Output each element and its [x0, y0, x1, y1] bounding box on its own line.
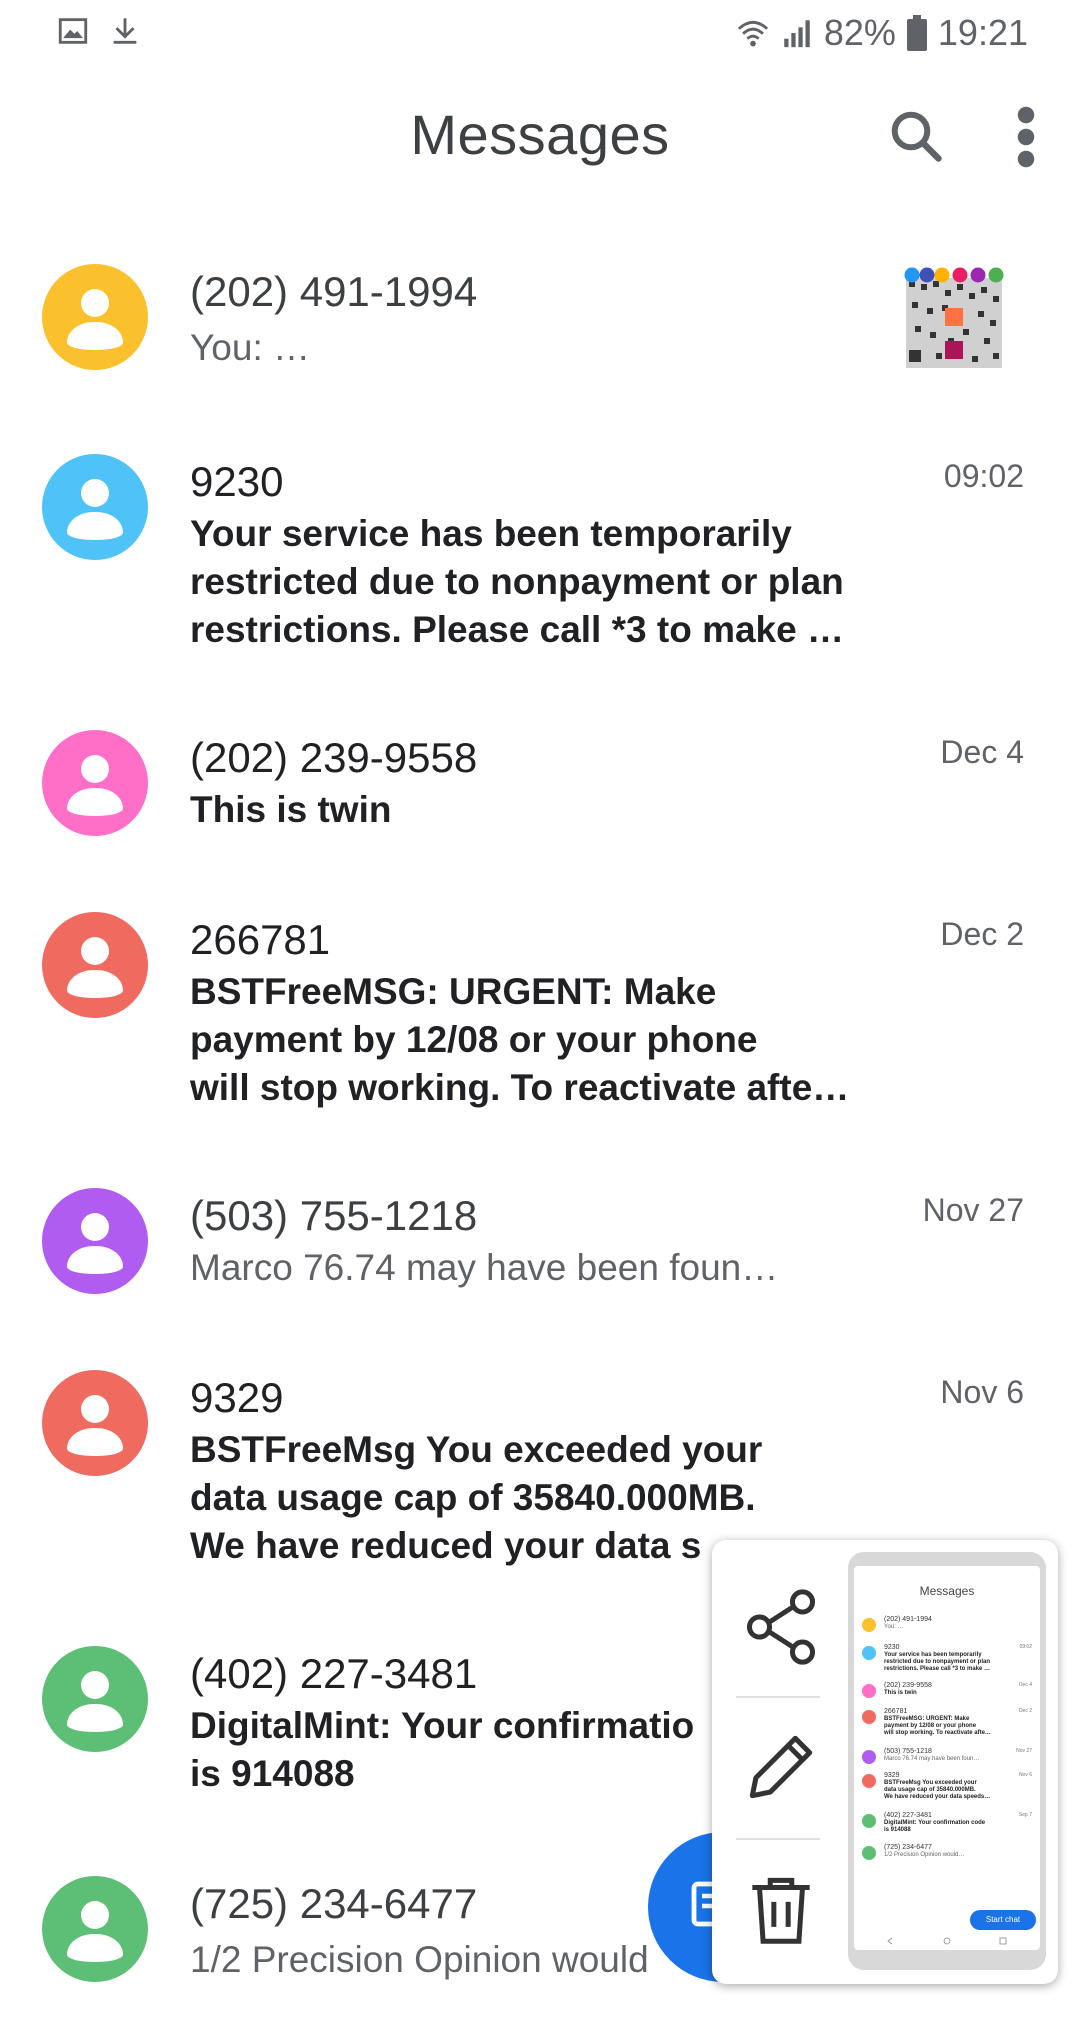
conversation-name: 266781 — [190, 916, 331, 963]
conversation-name: (202) 491-1994 — [190, 268, 478, 315]
conversation-name: (202) 239-9558 — [190, 734, 478, 781]
image-thumbnail[interactable] — [900, 266, 1008, 374]
conversation-name: (402) 227-3481 — [190, 1650, 478, 1697]
screenshot-panel: Messages (202) 491-1994 You: … 9230 09:0… — [712, 1540, 1058, 1984]
conversation-item[interactable]: (202) 491-1994 You: … — [0, 212, 1080, 402]
divider — [736, 1696, 820, 1698]
screenshot-thumbnail[interactable]: Messages (202) 491-1994 You: … 9230 09:0… — [848, 1552, 1046, 1970]
share-icon[interactable] — [738, 1584, 824, 1670]
conversation-snippet: Your service has been temporarily restri… — [190, 513, 844, 650]
conversation-time: Dec 4 — [940, 734, 1024, 770]
app-bar: Messages — [0, 66, 1080, 212]
wifi-icon — [737, 20, 768, 47]
thumbnail-start-chat-chip: Start chat — [970, 1910, 1036, 1930]
conversation-name: 9230 — [190, 458, 284, 505]
conversation-time: 09:02 — [943, 458, 1024, 494]
avatar — [42, 912, 148, 1018]
download-icon — [113, 18, 137, 44]
clock: 19:21 — [937, 12, 1028, 53]
avatar — [42, 1188, 148, 1294]
avatar — [42, 1876, 148, 1982]
conversation-snippet: You: … — [190, 327, 310, 368]
screenshot-actions — [712, 1540, 842, 1984]
conversation-name: 9329 — [190, 1374, 284, 1421]
conversation-item[interactable]: (202) 239-9558 Dec 4 This is twin — [0, 678, 1080, 860]
avatar — [42, 264, 148, 370]
conversation-time: Dec 2 — [940, 916, 1024, 952]
status-bar-right: 82% 19:21 — [736, 10, 1028, 56]
thumbnail-nav-bar — [887, 1937, 1007, 1945]
signal-icon — [784, 20, 810, 48]
avatar — [42, 1646, 148, 1752]
conversation-snippet: BSTFreeMSG: URGENT: Make payment by 12/0… — [190, 971, 850, 1108]
conversation-snippet: This is twin — [190, 789, 392, 830]
gallery-icon — [58, 18, 88, 44]
thumbnail-title: Messages — [919, 1584, 975, 1598]
status-bar: 82% 19:21 — [0, 0, 1080, 66]
conversation-item[interactable]: (503) 755-1218 Nov 27 Marco 76.74 may ha… — [0, 1136, 1080, 1318]
search-icon[interactable] — [886, 106, 946, 166]
conversation-snippet: Marco 76.74 may have been foun… — [190, 1247, 779, 1288]
status-bar-left — [56, 14, 142, 48]
conversation-item[interactable]: 9230 09:02 Your service has been tempora… — [0, 402, 1080, 678]
thumbnail-screen: Messages (202) 491-1994 You: … 9230 09:0… — [854, 1566, 1040, 1950]
battery-percent: 82% — [823, 12, 896, 53]
more-vert-icon[interactable] — [1008, 104, 1044, 170]
avatar — [42, 454, 148, 560]
conversation-time: Nov 6 — [940, 1374, 1024, 1410]
conversation-item[interactable]: 266781 Dec 2 BSTFreeMSG: URGENT: Make pa… — [0, 860, 1080, 1136]
delete-icon[interactable] — [738, 1866, 824, 1952]
avatar — [42, 1370, 148, 1476]
conversation-name: (503) 755-1218 — [190, 1192, 478, 1239]
conversation-name: (725) 234-6477 — [190, 1880, 478, 1927]
edit-icon[interactable] — [738, 1724, 824, 1810]
conversation-time: Nov 27 — [922, 1192, 1024, 1228]
battery-icon — [906, 15, 927, 51]
avatar — [42, 730, 148, 836]
divider — [736, 1838, 820, 1840]
